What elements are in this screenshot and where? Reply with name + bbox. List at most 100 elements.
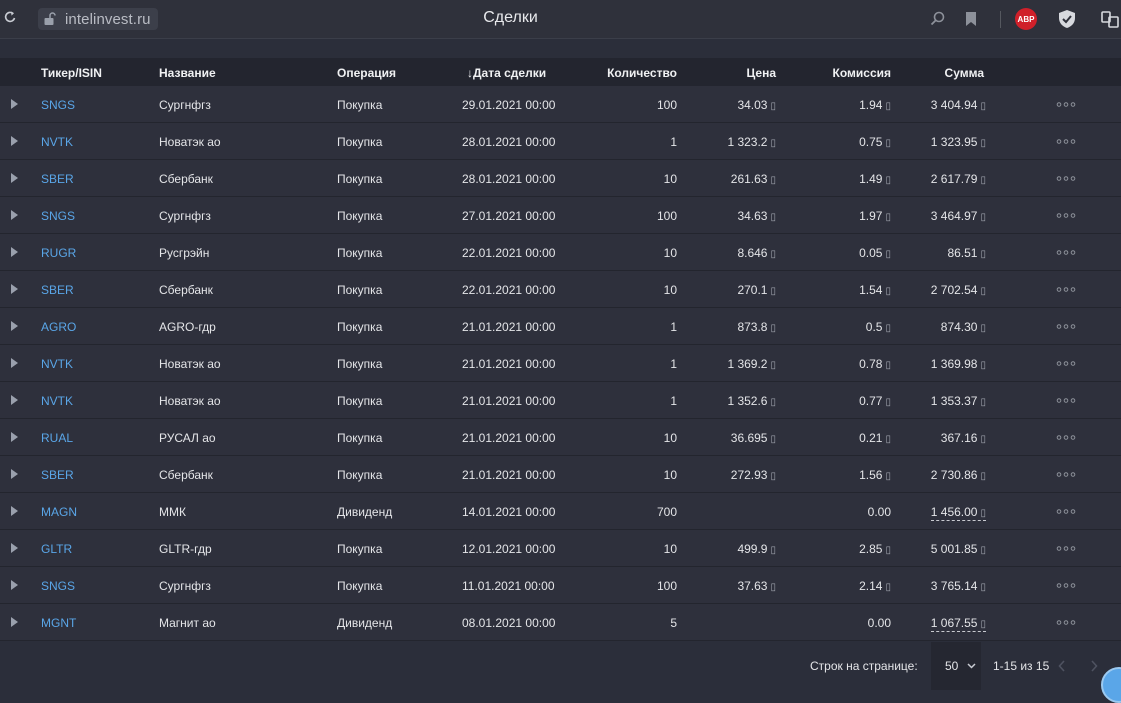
sum-cell: 2 617.79 ▯ <box>931 172 986 186</box>
header-ticker[interactable]: Тикер/ISIN <box>41 66 102 80</box>
security-name: ММК <box>159 505 186 519</box>
table-row[interactable]: GLTR GLTR-гдр Покупка 12.01.2021 00:00 10 499… <box>0 530 1121 567</box>
table-row[interactable]: NVTK Новатэк ао Покупка 21.01.2021 00:00 1 1 … <box>0 345 1121 382</box>
more-dots-icon[interactable] <box>1056 398 1076 403</box>
ticker-link[interactable]: MGNT <box>41 616 76 630</box>
ticker-link[interactable]: RUGR <box>41 246 76 260</box>
bookmark-icon[interactable] <box>962 10 980 28</box>
security-name: Русгрэйн <box>159 246 210 260</box>
chevron-left-icon[interactable] <box>1058 660 1066 672</box>
header-operation[interactable]: Операция <box>337 66 396 80</box>
expand-row-icon[interactable] <box>11 284 18 294</box>
sum-value: 3 404.94 <box>930 98 978 112</box>
currency-icon: ▯ <box>980 508 986 519</box>
search-icon[interactable] <box>929 10 947 28</box>
expand-row-icon[interactable] <box>11 321 18 331</box>
table-row[interactable]: MGNT Магнит ао Дивиденд 08.01.2021 00:00 5 0.… <box>0 604 1121 641</box>
more-dots-icon[interactable] <box>1056 435 1076 440</box>
ticker-link[interactable]: NVTK <box>41 135 73 149</box>
more-dots-icon[interactable] <box>1056 287 1076 292</box>
header-fee[interactable]: Комиссия <box>833 66 891 80</box>
table-row[interactable]: NVTK Новатэк ао Покупка 28.01.2021 00:00 1 1 … <box>0 123 1121 160</box>
table-row[interactable]: SBER Сбербанк Покупка 28.01.2021 00:00 10 261… <box>0 160 1121 197</box>
ticker-link[interactable]: SNGS <box>41 579 75 593</box>
more-dots-icon[interactable] <box>1056 546 1076 551</box>
expand-row-icon[interactable] <box>11 210 18 220</box>
header-quantity[interactable]: Количество <box>607 66 677 80</box>
more-dots-icon[interactable] <box>1056 139 1076 144</box>
table-row[interactable]: SNGS Сургнфгз Покупка 29.01.2021 00:00 100 34… <box>0 86 1121 123</box>
ticker-link[interactable]: RUAL <box>41 431 73 445</box>
price-cell: 34.63 ▯ <box>737 209 776 223</box>
table-row[interactable]: AGRO AGRO-гдр Покупка 21.01.2021 00:00 1 873.… <box>0 308 1121 345</box>
ticker-link[interactable]: GLTR <box>41 542 72 556</box>
more-dots-icon[interactable] <box>1056 213 1076 218</box>
ticker-link[interactable]: SBER <box>41 283 74 297</box>
header-date[interactable]: ↓Дата сделки <box>467 66 546 80</box>
more-dots-icon[interactable] <box>1056 620 1076 625</box>
ticker-link[interactable]: SBER <box>41 468 74 482</box>
more-dots-icon[interactable] <box>1056 176 1076 181</box>
table-row[interactable]: RUGR Русгрэйн Покупка 22.01.2021 00:00 10 8.6… <box>0 234 1121 271</box>
table-row[interactable]: SBER Сбербанк Покупка 21.01.2021 00:00 10 272… <box>0 456 1121 493</box>
fee-cell: 0.21 ▯ <box>859 431 891 445</box>
more-dots-icon[interactable] <box>1056 583 1076 588</box>
ticker-link[interactable]: NVTK <box>41 394 73 408</box>
table-row[interactable]: SBER Сбербанк Покупка 22.01.2021 00:00 10 270… <box>0 271 1121 308</box>
ticker-link[interactable]: MAGN <box>41 505 77 519</box>
operation-type: Дивиденд <box>337 505 393 519</box>
fee-value: 2.85 <box>859 542 883 556</box>
expand-row-icon[interactable] <box>11 358 18 368</box>
expand-row-icon[interactable] <box>11 99 18 109</box>
expand-row-icon[interactable] <box>11 617 18 627</box>
ticker-link[interactable]: SBER <box>41 172 74 186</box>
header-name[interactable]: Название <box>159 66 216 80</box>
ticker-link[interactable]: NVTK <box>41 357 73 371</box>
page-title: Сделки <box>483 9 538 26</box>
shield-check-icon[interactable] <box>1057 9 1077 29</box>
expand-row-icon[interactable] <box>11 395 18 405</box>
table-row[interactable]: RUAL РУСАЛ ао Покупка 21.01.2021 00:00 10 36.… <box>0 419 1121 456</box>
sum-cell: 1 323.95 ▯ <box>931 135 986 149</box>
adblock-icon[interactable]: ABP <box>1015 8 1037 30</box>
more-dots-icon[interactable] <box>1056 472 1076 477</box>
expand-row-icon[interactable] <box>11 506 18 516</box>
currency-icon: ▯ <box>885 434 891 445</box>
table-row[interactable]: SNGS Сургнфгз Покупка 27.01.2021 00:00 100 34… <box>0 197 1121 234</box>
more-dots-icon[interactable] <box>1056 102 1076 107</box>
price-value: 499.9 <box>737 542 768 556</box>
quantity-cell: 10 <box>663 283 677 297</box>
expand-row-icon[interactable] <box>11 543 18 553</box>
table-row[interactable]: NVTK Новатэк ао Покупка 21.01.2021 00:00 1 1 … <box>0 382 1121 419</box>
chevron-right-icon[interactable] <box>1090 660 1098 672</box>
more-dots-icon[interactable] <box>1056 509 1076 514</box>
sum-cell[interactable]: 1 067.55 ▯ <box>930 616 986 632</box>
price-value: 261.63 <box>730 172 768 186</box>
sum-cell[interactable]: 1 456.00 ▯ <box>930 505 986 521</box>
header-price[interactable]: Цена <box>746 66 776 80</box>
price-value: 34.63 <box>737 209 768 223</box>
ticker-link[interactable]: SNGS <box>41 209 75 223</box>
expand-row-icon[interactable] <box>11 580 18 590</box>
expand-row-icon[interactable] <box>11 173 18 183</box>
table-row[interactable]: SNGS Сургнфгз Покупка 11.01.2021 00:00 100 37… <box>0 567 1121 604</box>
expand-row-icon[interactable] <box>11 432 18 442</box>
extensions-icon[interactable] <box>1100 9 1120 29</box>
currency-icon: ▯ <box>980 212 986 223</box>
currency-icon: ▯ <box>980 323 986 334</box>
expand-row-icon[interactable] <box>11 247 18 257</box>
trade-date: 28.01.2021 00:00 <box>462 135 556 149</box>
more-dots-icon[interactable] <box>1056 324 1076 329</box>
expand-row-icon[interactable] <box>11 469 18 479</box>
ticker-link[interactable]: AGRO <box>41 320 76 334</box>
ticker-link[interactable]: SNGS <box>41 98 75 112</box>
currency-icon: ▯ <box>770 175 776 186</box>
more-dots-icon[interactable] <box>1056 361 1076 366</box>
expand-row-icon[interactable] <box>11 136 18 146</box>
more-dots-icon[interactable] <box>1056 250 1076 255</box>
security-name: РУСАЛ ао <box>159 431 216 445</box>
header-sum[interactable]: Сумма <box>945 66 984 80</box>
rows-per-page-select[interactable]: 50 <box>931 642 981 690</box>
currency-icon: ▯ <box>980 619 986 630</box>
table-row[interactable]: MAGN ММК Дивиденд 14.01.2021 00:00 700 0.00 1 … <box>0 493 1121 530</box>
